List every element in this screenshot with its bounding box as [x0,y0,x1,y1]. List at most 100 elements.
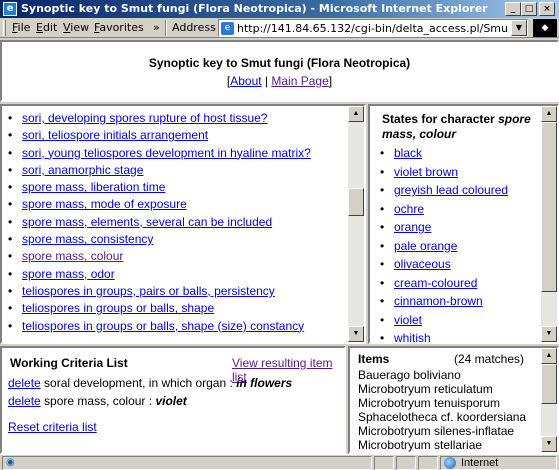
character-link[interactable]: sori, developing spores rupture of host … [22,111,267,125]
state-link[interactable]: orange [394,220,431,234]
state-list-item: • ochre [380,200,557,219]
menu-favorites[interactable]: Favorites [94,21,144,34]
bullet-icon: • [380,164,385,179]
state-link[interactable]: black [394,146,422,160]
menu-edit[interactable]: Edit [36,21,57,34]
state-list-item: • black [380,144,557,163]
item-entry: Microbotryum tenuisporum [358,396,501,410]
header-links: [About | Main Page] [2,74,557,88]
bullet-icon: • [8,318,13,333]
item-entry: Sphacelotheca cf. koordersiana [358,410,527,424]
address-url[interactable]: http://141.84.65.132/cgi-bin/delta_acces… [237,22,507,35]
character-link[interactable]: spore mass, consistency [22,232,153,246]
bullet-icon: • [8,180,13,195]
menu-bar: File Edit View Favorites » Address e htt… [0,18,559,38]
state-link[interactable]: olivaceous [394,257,451,271]
scroll-down-button[interactable]: ▼ [541,326,557,342]
state-link[interactable]: cream-coloured [394,276,477,290]
close-button[interactable]: × [539,2,555,16]
character-link[interactable]: sori, young teliospores development in h… [22,146,311,160]
minimize-button[interactable]: _ [505,2,521,16]
criterion-separator: : [148,394,153,408]
character-link[interactable]: teliospores in groups, pairs or balls, p… [22,284,275,298]
header-frame: Synoptic key to Smut fungi (Flora Neotro… [0,40,559,102]
address-label: Address [172,21,216,34]
main-page-link[interactable]: Main Page [271,74,328,88]
delete-criterion-link[interactable]: delete [8,394,41,408]
state-list-item: • olivaceous [380,255,557,274]
criterion-row: delete spore mass, colour : violet [8,394,187,408]
state-link[interactable]: greyish lead coloured [394,183,508,197]
bullet-icon: • [8,145,13,160]
bullet-icon: • [380,331,385,344]
address-dropdown-button[interactable]: ▼ [511,20,527,36]
status-cell [396,456,416,470]
character-list-item: • spore mass, colour [8,248,364,265]
state-link[interactable]: violet [394,313,422,327]
character-link[interactable]: sori, teliospore initials arrangement [22,128,208,142]
item-entry: Bauerago boliviano [358,368,461,382]
about-link[interactable]: About [230,74,261,88]
items-scrollbar[interactable]: ▲ ▼ [541,348,557,452]
character-link[interactable]: spore mass, liberation time [22,180,165,194]
state-list-item: • violet [380,311,557,330]
toolbar-grip[interactable] [3,20,6,36]
delete-criterion-link[interactable]: delete [8,376,41,390]
scroll-thumb[interactable] [541,364,557,404]
state-link[interactable]: pale orange [394,239,457,253]
character-link[interactable]: spore mass, mode of exposure [22,197,187,211]
page-status-icon: ◉ [6,457,15,468]
character-list-item: • teliospores in groups, pairs or balls, … [8,283,364,300]
scroll-thumb[interactable] [348,188,364,216]
character-list-item: • teliospores in groups or balls, shape (… [8,318,364,335]
maximize-button[interactable]: □ [521,2,537,16]
bracket-close: ] [328,74,333,88]
character-link[interactable]: spore mass, elements, several can be inc… [22,215,272,229]
criteria-title: Working Criteria List [10,356,128,370]
characters-pane: • sori, developing spores rupture of host… [0,104,366,344]
scroll-down-button[interactable]: ▼ [348,326,364,342]
item-entry: Microbotryum reticulatum [358,382,493,396]
character-list-item: • sori, young teliospores development in … [8,145,364,162]
character-link[interactable]: spore mass, odor [22,267,115,281]
bullet-icon: • [380,220,385,234]
bullet-icon: • [380,294,385,308]
page-title: Synoptic key to Smut fungi (Flora Neotro… [148,56,411,70]
bullet-icon: • [8,214,13,229]
character-list-item: • spore mass, liberation time [8,179,364,196]
character-link[interactable]: teliospores in groups or balls, shape [22,301,214,315]
character-link[interactable]: spore mass, colour [22,249,123,263]
bullet-icon: • [380,146,385,160]
scroll-thumb[interactable] [541,122,557,292]
menu-chevron[interactable]: » [153,21,160,34]
state-link[interactable]: ochre [394,202,424,216]
character-link[interactable]: sori, anamorphic stage [22,163,143,177]
window-title: Synoptic key to Smut fungi (Flora Neotro… [21,2,488,15]
windows-logo-icon: ◆ [533,19,557,37]
state-list-item: • cinnamon-brown [380,292,557,311]
page-icon: e [221,22,234,35]
bullet-icon: • [380,257,385,271]
menu-file[interactable]: File [12,21,30,34]
characters-scrollbar[interactable]: ▲ ▼ [348,106,364,342]
scroll-up-button[interactable]: ▲ [541,348,557,364]
states-scrollbar[interactable]: ▲ ▼ [541,106,557,342]
bullet-icon: • [8,249,13,264]
address-bar[interactable]: e http://141.84.65.132/cgi-bin/delta_acc… [218,19,528,37]
character-list-item: • spore mass, odor [8,266,364,283]
criterion-character: spore mass, colour [44,394,146,408]
scroll-up-button[interactable]: ▲ [541,106,557,122]
state-link[interactable]: violet brown [394,165,458,179]
scroll-down-button[interactable]: ▼ [541,436,557,452]
state-link[interactable]: cinnamon-brown [394,294,483,308]
menu-view[interactable]: View [63,21,89,34]
criterion-value: violet [155,394,187,408]
scroll-up-button[interactable]: ▲ [348,106,364,122]
state-link[interactable]: whitish [394,331,431,342]
globe-icon [444,457,456,469]
status-cell [418,456,438,470]
character-link[interactable]: teliospores in groups or balls, shape (s… [22,319,304,333]
bullet-icon: • [380,201,385,216]
reset-criteria-link[interactable]: Reset criteria list [8,420,97,434]
state-list-item: • whitish [380,329,557,344]
